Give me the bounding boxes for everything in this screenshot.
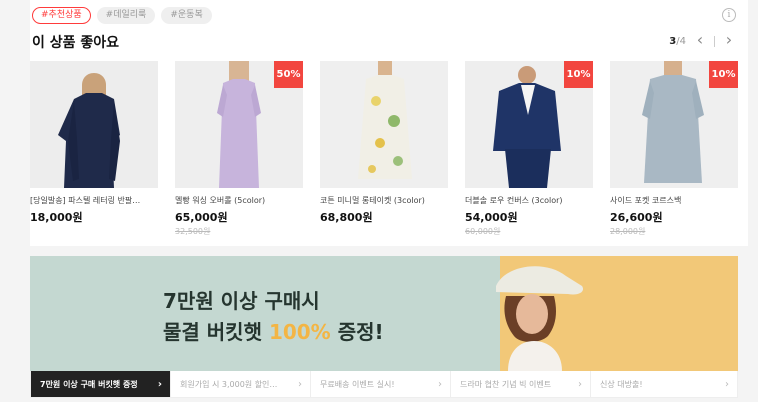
product-original-price: 28,000원	[610, 227, 646, 236]
tag-daily-look[interactable]: #데일리룩	[96, 7, 156, 24]
chevron-right-icon: ›	[578, 378, 582, 390]
banner-tab-label: 드라마 협찬 기념 빅 이벤트	[460, 379, 552, 389]
pager-current: 3	[669, 35, 677, 47]
info-icon[interactable]: i	[722, 8, 736, 22]
banner-headline: 7만원 이상 구매시	[163, 289, 320, 313]
product-card[interactable]: 10% 사이드 포켓 코르스백 26,600원 28,000원	[610, 61, 738, 237]
banner-tab-bar: 7만원 이상 구매 버킷햇 증정 › 회원가입 시 3,000원 할인… › 무…	[30, 371, 738, 398]
pager: 3 /4 ‹ ›	[669, 32, 736, 48]
tag-list: #추천상품 #데일리룩 #운동복	[32, 7, 212, 24]
product-name[interactable]: 더블솔 로우 컨버스 (3color)	[465, 195, 593, 205]
product-price: 65,000원	[175, 211, 228, 224]
banner-tab-bucket-hat[interactable]: 7만원 이상 구매 버킷햇 증정 ›	[31, 371, 171, 397]
banner-tab-label: 회원가입 시 3,000원 할인…	[180, 379, 278, 389]
banner-tab-signup-discount[interactable]: 회원가입 시 3,000원 할인… ›	[171, 371, 311, 397]
promo-banner[interactable]: 7만원 이상 구매시 물결 버킷햇 100% 증정!	[30, 256, 738, 371]
banner-subheadline: 물결 버킷햇 100% 증정!	[163, 316, 384, 345]
chevron-right-icon: ›	[157, 378, 162, 390]
discount-badge: 10%	[564, 61, 593, 88]
section-title: 이 상품 좋아요	[32, 35, 120, 51]
product-image[interactable]: 10%	[465, 61, 593, 188]
recommendation-panel: #추천상품 #데일리룩 #운동복 i 이 상품 좋아요 3 /4 ‹ › [당일…	[30, 0, 748, 246]
product-image[interactable]: 50%	[175, 61, 303, 188]
product-name[interactable]: 사이드 포켓 코르스백	[610, 195, 738, 205]
product-name[interactable]: [당일발송] 파스텔 레터링 반팔…	[30, 195, 158, 205]
banner-subheadline-pre: 물결 버킷햇	[163, 320, 269, 344]
chevron-right-icon: ›	[725, 378, 729, 390]
banner-tab-drama-event[interactable]: 드라마 협찬 기념 빅 이벤트 ›	[451, 371, 591, 397]
product-card[interactable]: 10% 더블솔 로우 컨버스 (3color) 54,000원 60,000원	[465, 61, 593, 237]
product-name[interactable]: 멜빵 워싱 오버롤 (5color)	[175, 195, 303, 205]
banner-subheadline-post: 증정!	[330, 320, 384, 344]
banner-model-image	[496, 266, 584, 371]
banner-highlight: 100%	[268, 320, 331, 344]
product-image[interactable]: 10%	[610, 61, 738, 188]
product-card[interactable]: [당일발송] 파스텔 레터링 반팔… 18,000원	[30, 61, 158, 237]
discount-badge: 10%	[709, 61, 738, 88]
next-arrow-icon[interactable]: ›	[722, 32, 736, 48]
product-price: 68,800원	[320, 211, 373, 224]
banner-tab-label: 무료배송 이벤트 실시!	[320, 379, 395, 389]
product-original-price: 60,000원	[465, 227, 501, 236]
pager-total: /4	[676, 35, 686, 47]
banner-tab-free-shipping[interactable]: 무료배송 이벤트 실시! ›	[311, 371, 451, 397]
pager-divider	[714, 35, 715, 47]
banner-tab-label: 7만원 이상 구매 버킷햇 증정	[40, 379, 138, 389]
chevron-right-icon: ›	[438, 378, 442, 390]
product-original-price: 32,500원	[175, 227, 211, 236]
tag-recommended[interactable]: #추천상품	[32, 7, 91, 24]
chevron-right-icon: ›	[298, 378, 302, 390]
product-card[interactable]: 50% 멜빵 워싱 오버롤 (5color) 65,000원 32,500원	[175, 61, 303, 237]
tag-sportswear[interactable]: #운동복	[161, 7, 212, 24]
product-list: [당일발송] 파스텔 레터링 반팔… 18,000원 50% 멜빵 워싱 오버롤…	[30, 61, 738, 237]
product-name[interactable]: 코튼 미니멀 롱테이켓 (3color)	[320, 195, 448, 205]
product-image[interactable]	[320, 61, 448, 188]
discount-badge: 50%	[274, 61, 303, 88]
product-price: 18,000원	[30, 211, 83, 224]
product-price: 54,000원	[465, 211, 518, 224]
prev-arrow-icon[interactable]: ‹	[693, 32, 707, 48]
banner-tab-new-arrivals[interactable]: 신상 대방출! ›	[591, 371, 737, 397]
product-card[interactable]: 코튼 미니멀 롱테이켓 (3color) 68,800원	[320, 61, 448, 237]
banner-tab-label: 신상 대방출!	[600, 379, 643, 389]
product-image[interactable]	[30, 61, 158, 188]
product-price: 26,600원	[610, 211, 663, 224]
